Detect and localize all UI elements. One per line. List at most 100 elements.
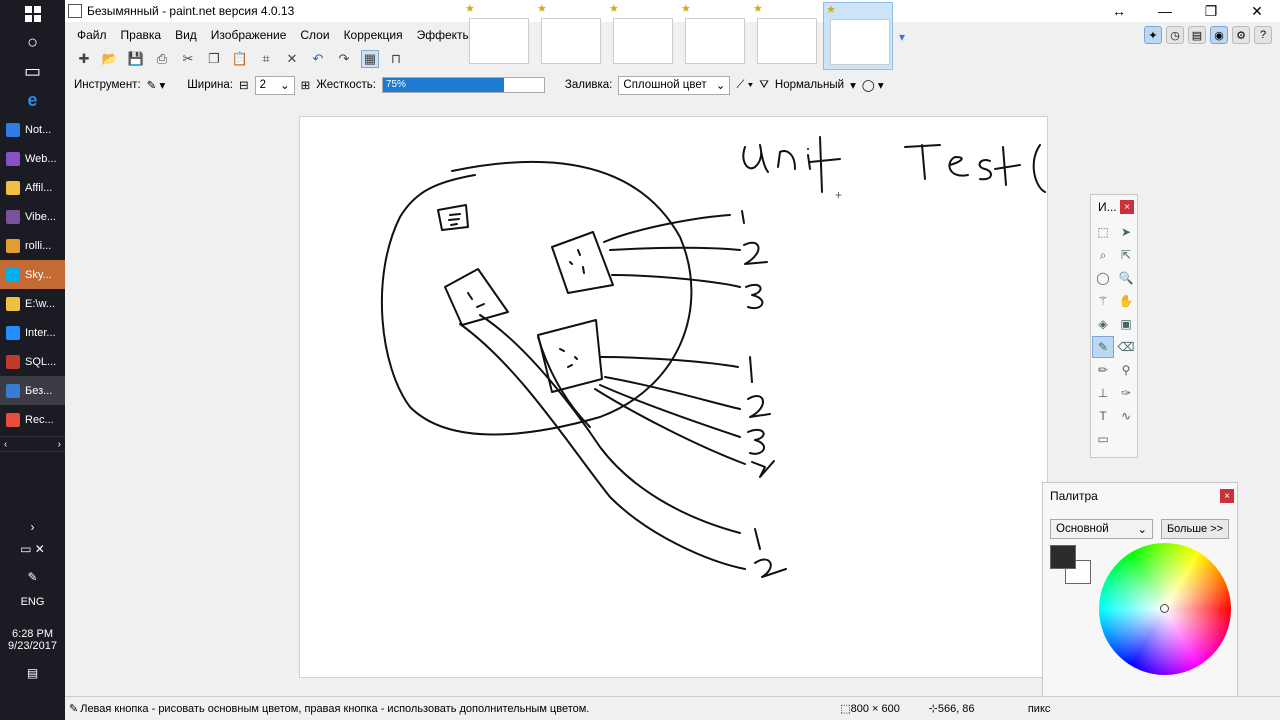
taskbar-app[interactable]: SQL... (0, 347, 65, 376)
palette-more-button[interactable]: Больше >> (1161, 519, 1229, 539)
magic-wand-icon[interactable]: ⚚ (1092, 290, 1114, 312)
drawing-canvas[interactable]: + (299, 116, 1048, 678)
new-icon[interactable]: ✚ (75, 50, 93, 68)
help-icon[interactable]: ? (1254, 26, 1272, 44)
taskbar-app[interactable]: Not... (0, 115, 65, 144)
move-selection-icon[interactable]: ➤ (1115, 221, 1137, 243)
minimize-window-button[interactable]: — (1142, 0, 1188, 22)
color-wheel[interactable] (1099, 543, 1231, 675)
taskbar-app[interactable]: rolli... (0, 231, 65, 260)
taskbar-app[interactable]: Sky... (0, 260, 65, 289)
scroll-left-icon[interactable]: ‹ (4, 439, 7, 450)
lasso-select-icon[interactable]: ⌕ (1092, 244, 1114, 266)
colors-toggle-icon[interactable]: ◉ (1210, 26, 1228, 44)
close-button[interactable]: ✕ (1234, 0, 1280, 22)
blend-dropdown-icon[interactable]: ▾ (850, 78, 856, 92)
hardness-slider[interactable]: 75% (381, 77, 545, 93)
blend-icon[interactable]: ⛛ (759, 79, 769, 92)
pan-icon[interactable]: ✋ (1115, 290, 1137, 312)
menu-image[interactable]: Изображение (211, 28, 287, 42)
pen-icon[interactable]: ✎ (0, 570, 65, 596)
selection-mode-icon[interactable]: ◯ ▾ (862, 78, 884, 92)
palette-close-button[interactable]: × (1220, 489, 1234, 503)
tools-close-button[interactable]: × (1120, 200, 1134, 214)
undo-icon[interactable]: ↶ (309, 50, 327, 68)
cortana-icon[interactable]: ○ (0, 28, 65, 57)
palette-mode-select[interactable]: Основной ⌄ (1050, 519, 1153, 539)
notifications-icon[interactable]: ▤ (0, 666, 65, 690)
zoom-icon[interactable]: 🔍 (1115, 267, 1137, 289)
paint-bucket-icon[interactable]: ◈ (1092, 313, 1114, 335)
image-tab[interactable]: ★ (607, 2, 677, 70)
history-toggle-icon[interactable]: ◷ (1166, 26, 1184, 44)
antialias-icon[interactable]: ⟋ ▾ (736, 79, 753, 92)
minimize-button[interactable]: ↔ (1096, 0, 1142, 22)
edge-icon[interactable]: e (0, 86, 65, 115)
save-icon[interactable]: 💾 (127, 50, 145, 68)
taskbar-app[interactable]: Rec... (0, 405, 65, 434)
taskbar-app[interactable]: E:\w... (0, 289, 65, 318)
language-indicator[interactable]: ENG (0, 596, 65, 628)
tools-toggle-icon[interactable]: ✦ (1144, 26, 1162, 44)
menu-edit[interactable]: Правка (121, 28, 162, 42)
taskbar-app[interactable]: Vibe... (0, 202, 65, 231)
print-icon[interactable]: ⎙ (153, 50, 171, 68)
image-tab[interactable]: ★ (535, 2, 605, 70)
text-icon[interactable]: T (1092, 405, 1114, 427)
image-tab[interactable]: ★ (679, 2, 749, 70)
primary-color-swatch[interactable] (1050, 545, 1076, 569)
redo-icon[interactable]: ↷ (335, 50, 353, 68)
taskbar-app[interactable]: Web... (0, 144, 65, 173)
battery-volume-icons[interactable]: ▭ ✕ (0, 542, 65, 570)
width-decrease-icon[interactable]: ⊟ (239, 78, 249, 92)
layers-toggle-icon[interactable]: ▤ (1188, 26, 1206, 44)
move-selected-icon[interactable]: ⇱ (1115, 244, 1137, 266)
restore-button[interactable]: ❐ (1188, 0, 1234, 22)
gradient-icon[interactable]: ▣ (1115, 313, 1137, 335)
eraser-icon[interactable]: ⌫ (1115, 336, 1137, 358)
ruler-icon[interactable]: ⊓ (387, 50, 405, 68)
image-tab-active[interactable]: ★ (823, 2, 893, 70)
menu-view[interactable]: Вид (175, 28, 197, 42)
blend-mode[interactable]: Нормальный (775, 79, 844, 91)
deselect-icon[interactable]: ✕ (283, 50, 301, 68)
taskbar-app[interactable]: Без... (0, 376, 65, 405)
menu-file[interactable]: Файл (77, 28, 107, 42)
brush-tool-icon[interactable]: ✎ ▾ (147, 78, 166, 92)
recolor-icon[interactable]: ✑ (1115, 382, 1137, 404)
tabs-dropdown-icon[interactable]: ▾ (899, 30, 905, 44)
windows-start-icon[interactable] (0, 0, 65, 28)
unit-select[interactable]: пикс (1028, 703, 1051, 715)
rectangle-select-icon[interactable]: ⬚ (1092, 221, 1114, 243)
line-curve-icon[interactable]: ∿ (1115, 405, 1137, 427)
clock-date[interactable]: 9/23/2017 (0, 640, 65, 652)
pencil-icon[interactable]: ✏ (1092, 359, 1114, 381)
menu-adjustments[interactable]: Коррекция (344, 28, 403, 42)
image-tab[interactable]: ★ (463, 2, 533, 70)
settings-icon[interactable]: ⚙ (1232, 26, 1250, 44)
paintbrush-icon[interactable]: ✎ (1092, 336, 1114, 358)
taskbar-app[interactable]: Affil... (0, 173, 65, 202)
tray-expand-icon[interactable]: › (0, 520, 65, 542)
color-picker-icon[interactable]: ⚲ (1115, 359, 1137, 381)
taskbar-app[interactable]: Inter... (0, 318, 65, 347)
crop-icon[interactable]: ⌗ (257, 50, 275, 68)
taskbar-scroll[interactable]: ‹ › (0, 436, 65, 452)
open-icon[interactable]: 📂 (101, 50, 119, 68)
clock-time[interactable]: 6:28 PM (0, 628, 65, 640)
width-select[interactable]: 2 ⌄ (254, 75, 295, 95)
app-icon[interactable] (68, 4, 82, 18)
scroll-right-icon[interactable]: › (58, 439, 61, 450)
task-view-icon[interactable]: ▭ (0, 57, 65, 86)
width-increase-icon[interactable]: ⊞ (301, 78, 311, 92)
paste-icon[interactable]: 📋 (231, 50, 249, 68)
shapes-icon[interactable]: ▭ (1092, 428, 1114, 450)
grid-icon[interactable]: ▦ (361, 50, 379, 68)
image-tab[interactable]: ★ (751, 2, 821, 70)
fill-select[interactable]: Сплошной цвет ⌄ (618, 75, 731, 95)
menu-layers[interactable]: Слои (300, 28, 329, 42)
cut-icon[interactable]: ✂ (179, 50, 197, 68)
copy-icon[interactable]: ❐ (205, 50, 223, 68)
ellipse-select-icon[interactable]: ◯ (1092, 267, 1114, 289)
clone-stamp-icon[interactable]: ⊥ (1092, 382, 1114, 404)
